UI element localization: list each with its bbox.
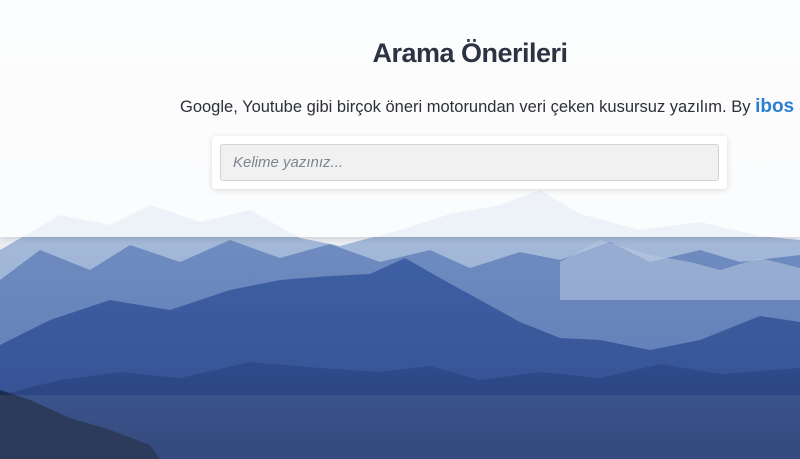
page-title: Arama Önerileri (372, 38, 568, 68)
page-subtitle: Google, Youtube gibi birçok öneri motoru… (180, 96, 794, 118)
header-panel: Arama Önerileri Google, Youtube gibi bir… (0, 0, 800, 237)
search-input[interactable] (220, 144, 719, 181)
search-card (212, 136, 727, 189)
page: Arama Önerileri Google, Youtube gibi bir… (0, 0, 800, 459)
subtitle-text: Google, Youtube gibi birçok öneri motoru… (180, 98, 756, 116)
brand-link[interactable]: ibos (755, 96, 794, 117)
